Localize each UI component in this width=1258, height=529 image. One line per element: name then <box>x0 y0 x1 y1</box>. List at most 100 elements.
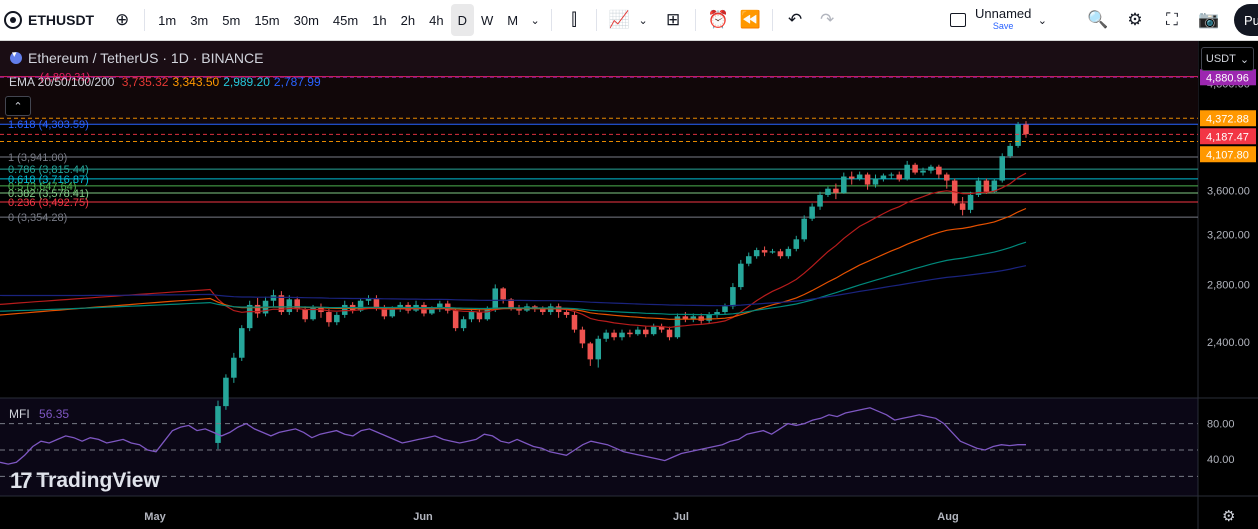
legend-collapse-button[interactable]: ⌃ <box>5 96 31 116</box>
trading-chart-app: ETHUSDT ⊕ 1m 3m 5m 15m 30m 45m 1h 2h 4h D W M ⌄ ⫿ 📈… <box>0 0 1258 529</box>
symbol-name: ETHUSDT <box>28 12 95 28</box>
chevron-up-icon: ⌃ <box>13 100 23 113</box>
layout-title: Unnamed <box>975 6 1032 21</box>
divider <box>551 9 553 31</box>
candle-body <box>880 175 887 179</box>
interval-2h[interactable]: 2h <box>394 4 422 36</box>
candle-body <box>246 304 253 329</box>
divider <box>695 9 697 31</box>
ema-value-1: 3,343.50 <box>172 75 220 89</box>
indicators-dropdown[interactable]: ⌄ <box>635 4 651 36</box>
alarm-icon: ⏰ <box>707 10 729 29</box>
tradingview-logo-icon: 17 <box>10 468 33 493</box>
candle-body <box>698 316 704 321</box>
replay-button[interactable]: ⏪ <box>734 4 766 36</box>
publish-label: Pu <box>1244 12 1258 28</box>
compare-button[interactable]: ⊕ <box>106 4 138 36</box>
candle-body <box>936 166 942 175</box>
candle-body <box>801 218 807 240</box>
candle-body <box>215 406 221 443</box>
interval-15m[interactable]: 15m <box>247 4 286 36</box>
candle-body <box>896 174 903 180</box>
candle-body <box>722 306 728 313</box>
interval-3m[interactable]: 3m <box>183 4 215 36</box>
candle-body <box>959 203 966 210</box>
chart-type-button[interactable]: ⫿ <box>558 4 590 36</box>
layout-dropdown[interactable]: ⌄ <box>1031 4 1053 36</box>
ema-label: EMA 20/50/100/200 <box>9 75 115 89</box>
time-axis-label: Jul <box>673 511 689 523</box>
layout-button[interactable] <box>947 4 969 36</box>
candle-body <box>603 332 609 339</box>
ema-legend: EMA 20/50/100/200 3,735.32 3,343.50 2,989.… <box>9 75 329 89</box>
fib-level-label: 0.236 (3,492.75) <box>8 197 89 209</box>
layout-group: Unnamed Save ⌄ <box>947 4 1053 36</box>
candle-body <box>1015 124 1021 146</box>
interval-d[interactable]: D <box>450 4 474 36</box>
candle-body <box>429 309 435 314</box>
ema-value-2: 2,989.20 <box>223 75 270 89</box>
mfi-axis-label: 40.00 <box>1207 454 1235 466</box>
ema-value-3: 2,787.99 <box>273 75 321 89</box>
alert-button[interactable]: ⏰ <box>702 4 734 36</box>
candle-body <box>944 174 950 181</box>
chart-area[interactable]: 3.618 (5,477.05)(4,890.31)1.618 (4,303.5… <box>0 41 1258 529</box>
chevron-down-icon: ⌄ <box>1239 53 1250 66</box>
symbol-search[interactable]: ETHUSDT <box>0 4 94 36</box>
candle-body <box>777 251 784 257</box>
candle-body <box>270 295 277 301</box>
currency-label: USDT <box>1205 53 1236 65</box>
chevron-down-icon: ⌄ <box>1037 14 1047 27</box>
candle-body <box>231 357 237 378</box>
mfi-label: MFI <box>9 407 30 421</box>
candle-body <box>817 194 823 207</box>
candle-body <box>650 326 657 335</box>
interval-5m[interactable]: 5m <box>215 4 247 36</box>
tradingview-watermark[interactable]: 17 TradingView <box>10 468 160 494</box>
interval-1h[interactable]: 1h <box>365 4 393 36</box>
search-icon <box>4 11 22 29</box>
price-label-text: 4,187.47 <box>1206 131 1249 143</box>
candle-body <box>864 174 871 185</box>
axis-settings-button[interactable]: ⚙ <box>1222 507 1235 525</box>
candle-body <box>666 329 673 338</box>
interval-m[interactable]: M <box>500 4 525 36</box>
candle-body <box>540 309 546 313</box>
candle-body <box>476 312 483 320</box>
candle-body <box>920 170 926 173</box>
chevron-down-icon: ⌄ <box>530 14 540 27</box>
interval-w[interactable]: W <box>474 4 500 36</box>
chevron-down-icon: ⌄ <box>638 14 648 27</box>
candle-body <box>484 309 491 320</box>
currency-button[interactable]: USDT ⌄ <box>1201 47 1254 71</box>
fullscreen-button[interactable]: ⛶ <box>1156 4 1188 36</box>
redo-button[interactable]: ↷ <box>811 4 843 36</box>
publish-button[interactable]: Pu <box>1234 4 1258 36</box>
candle-body <box>825 188 831 195</box>
candle-body <box>452 310 459 329</box>
candle-body <box>611 332 617 338</box>
interval-4h[interactable]: 4h <box>422 4 450 36</box>
candle-body <box>334 314 340 323</box>
interval-45m[interactable]: 45m <box>326 4 365 36</box>
candles-icon: ⫿ <box>571 10 577 29</box>
settings-button[interactable]: ⚙ <box>1119 4 1151 36</box>
candle-body <box>341 304 348 315</box>
candle-body <box>999 156 1006 181</box>
rewind-icon: ⏪ <box>739 10 761 29</box>
candle-body <box>928 166 934 171</box>
layout-name[interactable]: Unnamed Save <box>975 7 1031 33</box>
candle-body <box>809 206 815 219</box>
snapshot-button[interactable]: 📷 <box>1193 4 1225 36</box>
ema-values: 3,735.32 3,343.50 2,989.20 2,787.99 <box>122 75 325 89</box>
mfi-pane-background <box>0 398 1198 496</box>
interval-30m[interactable]: 30m <box>287 4 326 36</box>
interval-dropdown[interactable]: ⌄ <box>525 4 545 36</box>
divider <box>596 9 598 31</box>
templates-button[interactable]: ⊞ <box>657 4 689 36</box>
undo-button[interactable]: ↶ <box>779 4 811 36</box>
quick-search-button[interactable]: 🔍 <box>1082 4 1114 36</box>
candle-body <box>1007 145 1013 157</box>
interval-1m[interactable]: 1m <box>151 4 183 36</box>
indicators-button[interactable]: 📈 <box>603 4 635 36</box>
